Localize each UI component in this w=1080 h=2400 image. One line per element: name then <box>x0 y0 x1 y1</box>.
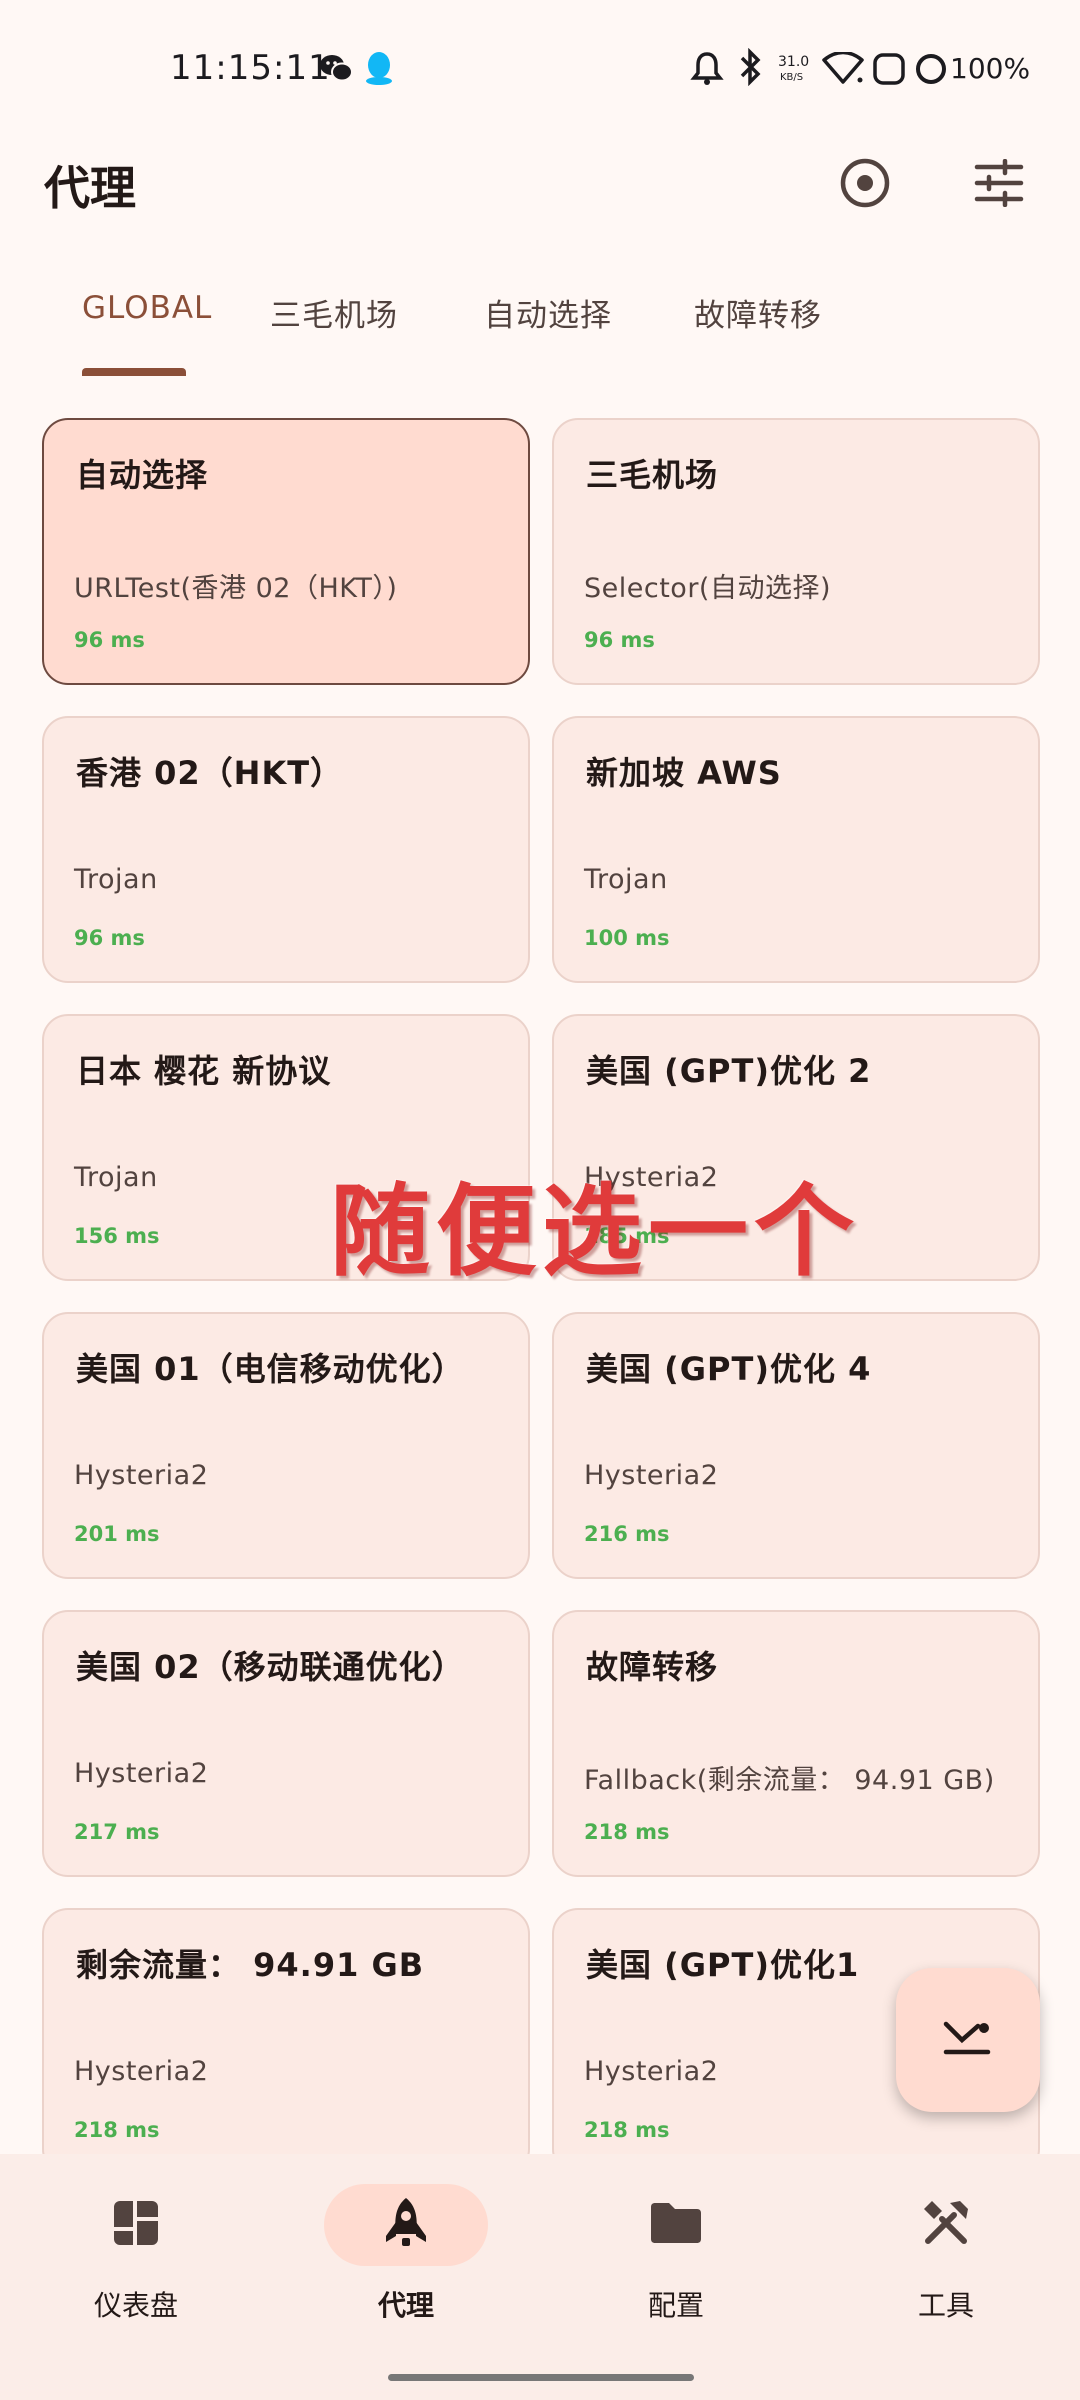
proxy-name: 美国 02（移动联通优化） <box>76 1648 465 1686</box>
nav-dashboard[interactable]: 仪表盘 <box>34 2184 234 2334</box>
proxy-card[interactable]: 香港 02（HKT） Trojan 96 ms <box>42 716 530 983</box>
proxy-type: Hysteria2 <box>584 2056 719 2087</box>
wifi-icon <box>822 50 864 88</box>
proxy-group-tabs: GLOBAL 三毛机场 自动选择 故障转移 <box>0 280 1080 376</box>
proxy-name: 剩余流量： 94.91 GB <box>76 1946 425 1984</box>
proxy-delay: 96 ms <box>74 926 145 950</box>
collapse-fab[interactable] <box>896 1968 1040 2112</box>
tab-sanmao[interactable]: 三毛机场 <box>270 290 398 360</box>
tools-icon <box>920 2197 972 2253</box>
proxy-type: Hysteria2 <box>74 1758 209 1789</box>
circle-icon <box>914 52 948 90</box>
folder-icon <box>649 2201 703 2249</box>
dashboard-icon <box>112 2199 160 2251</box>
target-icon <box>838 156 892 214</box>
proxy-card[interactable]: 故障转移 Fallback(剩余流量： 94.91 GB) 218 ms <box>552 1610 1040 1877</box>
proxy-name: 日本 樱花 新协议 <box>76 1052 332 1090</box>
proxy-card[interactable]: 新加坡 AWS Trojan 100 ms <box>552 716 1040 983</box>
proxy-type: Hysteria2 <box>584 1460 719 1491</box>
target-button[interactable] <box>820 140 910 230</box>
proxy-type: Trojan <box>584 864 668 895</box>
qq-icon <box>364 50 394 90</box>
proxy-card[interactable]: 美国 01（电信移动优化） Hysteria2 201 ms <box>42 1312 530 1579</box>
proxy-card[interactable]: 剩余流量： 94.91 GB Hysteria2 218 ms <box>42 1908 530 2175</box>
tab-global[interactable]: GLOBAL <box>82 290 212 360</box>
proxy-delay: 156 ms <box>74 1224 160 1248</box>
nav-label: 配置 <box>647 2289 704 2322</box>
nav-config[interactable]: 配置 <box>574 2184 774 2334</box>
nav-label: 代理 <box>377 2289 434 2322</box>
bottom-navigation: 仪表盘 代理 配置 工具 <box>0 2154 1080 2400</box>
proxy-name: 美国 (GPT)优化1 <box>586 1946 860 1984</box>
nav-indicator <box>54 2184 218 2266</box>
nav-indicator <box>594 2184 758 2266</box>
battery-level: 100% <box>950 52 1031 85</box>
bell-icon <box>690 50 724 90</box>
proxy-type: Hysteria2 <box>74 2056 209 2087</box>
tab-auto-select[interactable]: 自动选择 <box>484 290 612 360</box>
proxy-delay: 218 ms <box>584 2118 670 2142</box>
proxy-type: URLTest(香港 02（HKT）) <box>74 573 398 604</box>
proxy-delay: 96 ms <box>74 628 145 652</box>
proxy-name: 故障转移 <box>586 1648 719 1686</box>
bluetooth-icon <box>736 47 764 90</box>
nav-label: 仪表盘 <box>93 2289 178 2322</box>
screen-icon <box>872 52 906 90</box>
net-speed-value: 31.0 <box>778 54 810 70</box>
proxy-type: Hysteria2 <box>74 1460 209 1491</box>
proxy-name: 美国 01（电信移动优化） <box>76 1350 465 1388</box>
nav-indicator <box>324 2184 488 2266</box>
wechat-icon <box>318 52 354 88</box>
proxy-delay: 218 ms <box>584 1820 670 1844</box>
proxy-card[interactable]: 自动选择 URLTest(香港 02（HKT）) 96 ms <box>42 418 530 685</box>
proxy-name: 三毛机场 <box>586 456 719 494</box>
proxy-name: 新加坡 AWS <box>586 754 782 792</box>
status-bar: 11:15:11 31.0 KB/S 100% <box>0 0 1080 140</box>
proxy-card[interactable]: 美国 02（移动联通优化） Hysteria2 217 ms <box>42 1610 530 1877</box>
nav-proxy[interactable]: 代理 <box>304 2184 504 2334</box>
status-time: 11:15:11 <box>170 48 331 88</box>
proxy-delay: 216 ms <box>584 1522 670 1546</box>
tab-indicator <box>82 368 186 376</box>
nav-tools[interactable]: 工具 <box>844 2184 1044 2334</box>
proxy-name: 自动选择 <box>76 456 209 494</box>
proxy-type: Trojan <box>74 864 158 895</box>
net-speed-unit: KB/S <box>780 72 804 83</box>
proxy-type: Fallback(剩余流量： 94.91 GB) <box>584 1765 995 1796</box>
proxy-delay: 218 ms <box>74 2118 160 2142</box>
proxy-delay: 217 ms <box>74 1820 160 1844</box>
proxy-card[interactable]: 美国 (GPT)优化 4 Hysteria2 216 ms <box>552 1312 1040 1579</box>
proxy-delay: 201 ms <box>74 1522 160 1546</box>
proxy-delay: 100 ms <box>584 926 670 950</box>
rocket-icon <box>384 2196 428 2254</box>
top-app-bar: 代理 <box>0 140 1080 230</box>
screen: 11:15:11 31.0 KB/S 100% 代理 GLOBAL 三毛机场 自… <box>0 0 1080 2400</box>
tune-icon <box>973 158 1025 211</box>
gesture-bar <box>388 2374 694 2381</box>
proxy-type: Trojan <box>74 1162 158 1193</box>
page-title: 代理 <box>44 161 136 215</box>
proxy-name: 美国 (GPT)优化 2 <box>586 1052 872 1090</box>
tune-button[interactable] <box>954 140 1044 230</box>
nav-indicator <box>864 2184 1028 2266</box>
proxy-name: 美国 (GPT)优化 4 <box>586 1350 872 1388</box>
proxy-type: Selector(自动选择) <box>584 573 831 604</box>
nav-label: 工具 <box>917 2289 974 2322</box>
tab-fallback[interactable]: 故障转移 <box>694 290 822 360</box>
proxy-name: 香港 02（HKT） <box>76 754 344 792</box>
overlay-caption: 随便选一个 <box>330 1173 860 1290</box>
proxy-delay: 96 ms <box>584 628 655 652</box>
collapse-icon <box>940 2018 996 2062</box>
proxy-card[interactable]: 三毛机场 Selector(自动选择) 96 ms <box>552 418 1040 685</box>
